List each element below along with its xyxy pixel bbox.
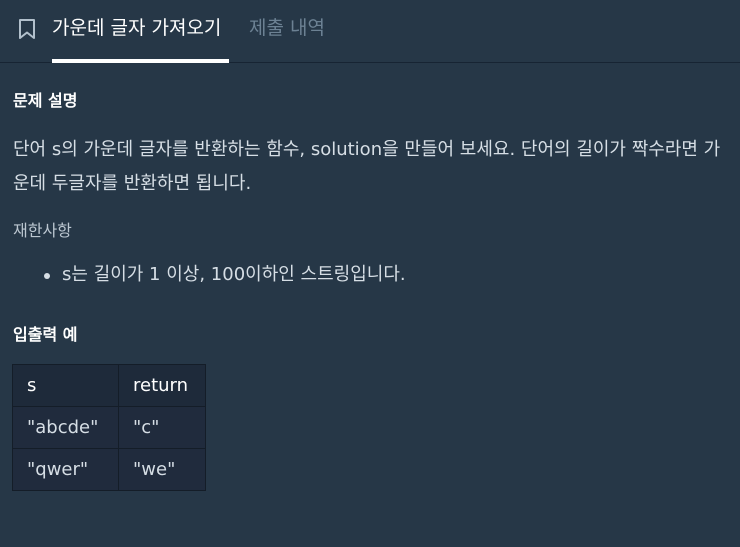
problem-description: 단어 s의 가운데 글자를 반환하는 함수, solution을 만들어 보세요… <box>13 139 721 194</box>
active-tab-indicator <box>52 59 229 63</box>
table-header-row: s return <box>12 364 206 407</box>
bookmark-icon[interactable] <box>17 18 37 40</box>
bullet-icon <box>44 273 50 279</box>
table-cell: "we" <box>118 448 206 491</box>
constraints-heading: 재한사항 <box>13 221 72 240</box>
table-row: "abcde" "c" <box>12 406 206 449</box>
problem-heading: 문제 설명 <box>13 91 78 110</box>
tab-submissions[interactable]: 제출 내역 <box>249 16 325 40</box>
table-cell: "qwer" <box>12 448 119 491</box>
tab-problem[interactable]: 가운데 글자 가져오기 <box>52 16 221 40</box>
table-cell: "abcde" <box>12 406 119 449</box>
examples-table: s return "abcde" "c" "qwer" "we" <box>12 364 206 491</box>
table-cell: "c" <box>118 406 206 449</box>
constraint-item: s는 길이가 1 이상, 100이하인 스트링입니다. <box>62 264 406 285</box>
column-header-s: s <box>12 364 119 407</box>
table-row: "qwer" "we" <box>12 448 206 491</box>
tab-bar: 가운데 글자 가져오기 제출 내역 <box>0 0 740 63</box>
examples-heading: 입출력 예 <box>13 325 78 344</box>
column-header-return: return <box>118 364 206 407</box>
